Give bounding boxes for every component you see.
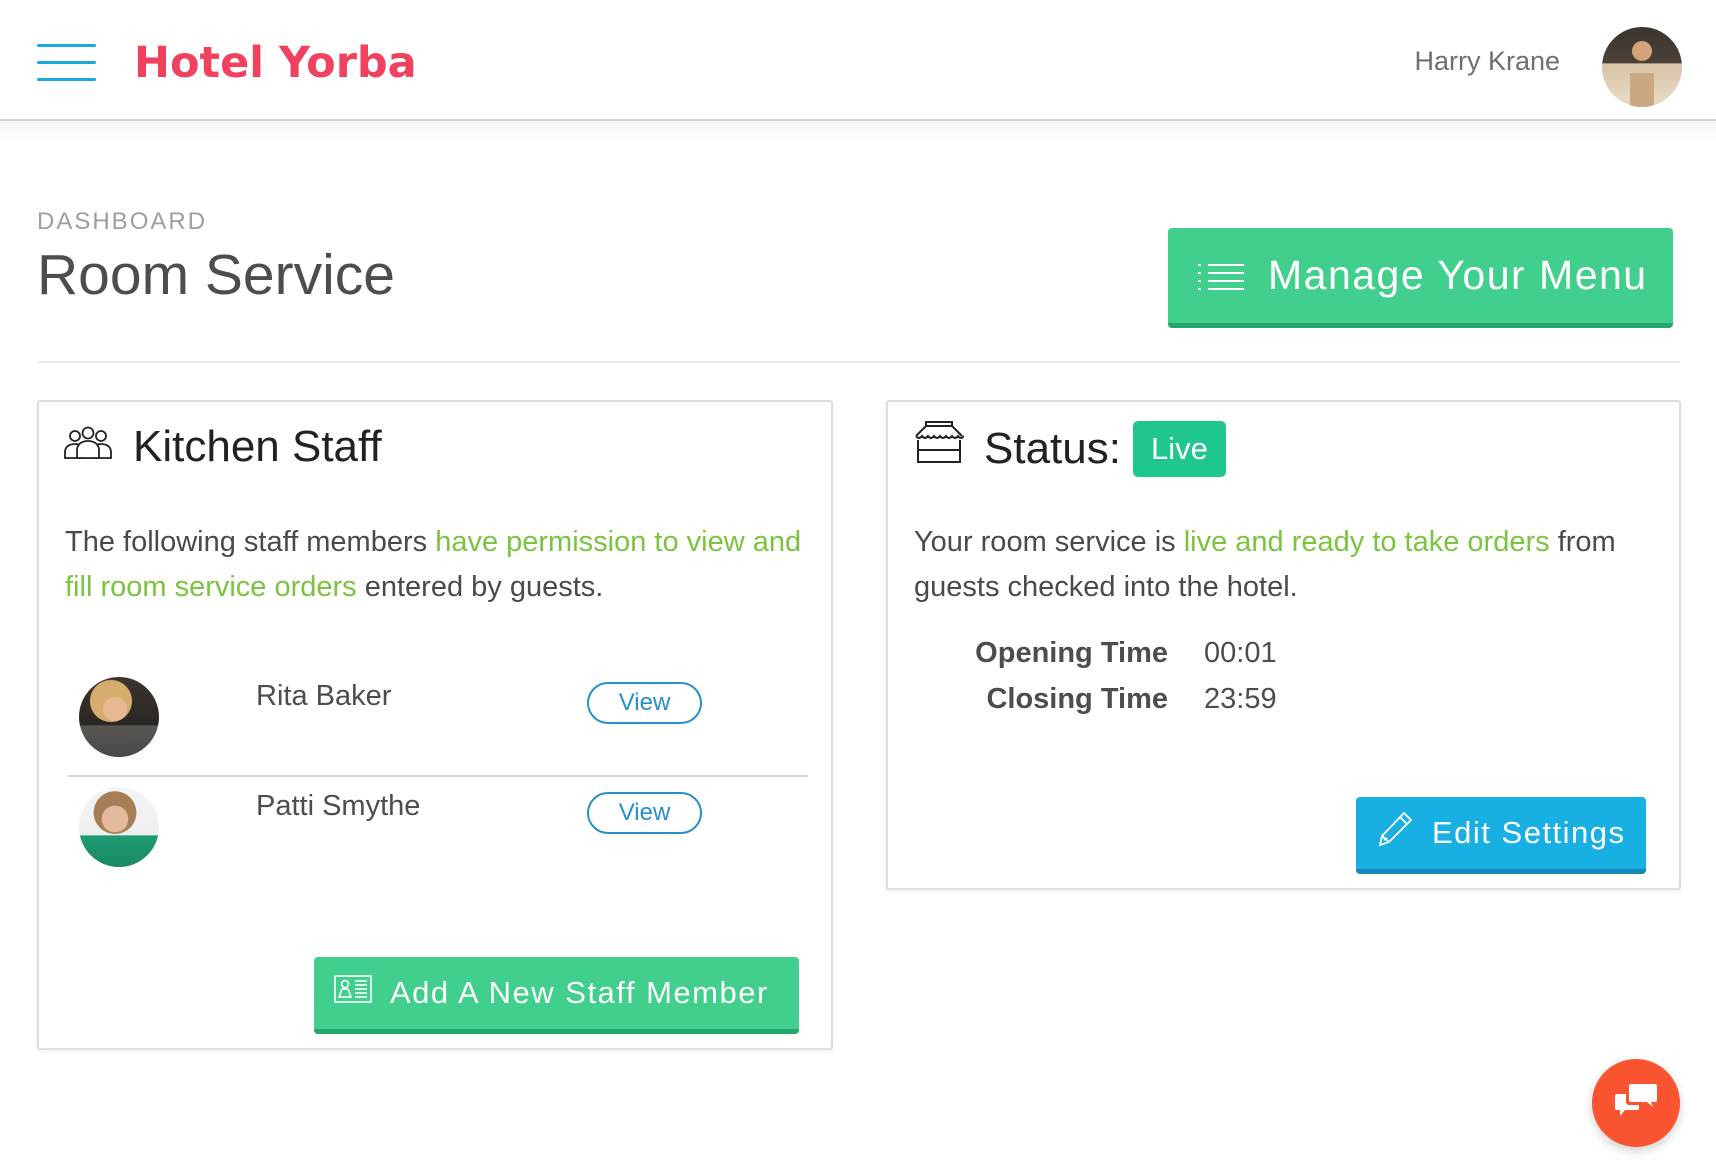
opening-time-label: Opening Time bbox=[975, 637, 1168, 669]
breadcrumb: DASHBOARD bbox=[37, 208, 208, 235]
opening-time-value: 00:01 bbox=[1204, 637, 1277, 669]
status-card: Status: Live Your room service is live a… bbox=[886, 400, 1681, 890]
staff-name: Rita Baker bbox=[256, 680, 392, 712]
page-title: Room Service bbox=[37, 243, 395, 307]
kitchen-staff-title: Kitchen Staff bbox=[133, 422, 382, 471]
list-icon bbox=[1198, 261, 1244, 291]
kitchen-staff-card: Kitchen Staff The following staff member… bbox=[37, 400, 833, 1050]
users-group-icon bbox=[63, 420, 113, 474]
status-badge: Live bbox=[1132, 420, 1226, 477]
staff-name: Patti Smythe bbox=[256, 790, 421, 822]
staff-avatar bbox=[79, 677, 159, 757]
pencil-icon bbox=[1376, 810, 1414, 856]
storefront-icon bbox=[914, 420, 965, 477]
add-staff-label: Add A New Staff Member bbox=[390, 975, 769, 1010]
description-text: The following staff members bbox=[65, 526, 436, 558]
edit-settings-label: Edit Settings bbox=[1432, 815, 1626, 850]
status-title: Status: bbox=[984, 423, 1121, 473]
staff-avatar bbox=[79, 787, 159, 867]
description-highlight: live and ready to take orders bbox=[1183, 526, 1550, 558]
closing-time-label: Closing Time bbox=[986, 683, 1168, 715]
chat-bubbles-icon bbox=[1615, 1082, 1657, 1125]
edit-settings-button[interactable]: Edit Settings bbox=[1356, 797, 1646, 874]
description-text: entered by guests. bbox=[356, 571, 604, 603]
manage-menu-button[interactable]: Manage Your Menu bbox=[1168, 228, 1673, 328]
staff-list-item: Rita Baker View bbox=[67, 669, 808, 777]
section-divider bbox=[37, 361, 1680, 363]
view-staff-button[interactable]: View bbox=[587, 682, 702, 724]
top-navbar: Hotel Yorba Harry Krane bbox=[0, 0, 1716, 121]
manage-menu-label: Manage Your Menu bbox=[1268, 252, 1648, 298]
status-description: Your room service is live and ready to t… bbox=[914, 520, 1674, 610]
hamburger-menu-icon[interactable] bbox=[37, 42, 96, 82]
brand-logo[interactable]: Hotel Yorba bbox=[134, 36, 417, 90]
header-shadow bbox=[0, 121, 1716, 147]
user-name[interactable]: Harry Krane bbox=[1414, 44, 1560, 78]
status-heading: Status: Live bbox=[914, 420, 1226, 477]
id-card-icon bbox=[334, 975, 372, 1011]
kitchen-staff-description: The following staff members have permiss… bbox=[65, 520, 825, 610]
view-staff-button[interactable]: View bbox=[587, 792, 702, 834]
service-hours: Opening Time 00:01 Closing Time 23:59 bbox=[914, 630, 1277, 722]
kitchen-staff-heading: Kitchen Staff bbox=[63, 420, 382, 474]
closing-time-row: Closing Time 23:59 bbox=[914, 676, 1277, 722]
closing-time-value: 23:59 bbox=[1204, 683, 1277, 715]
add-staff-button[interactable]: Add A New Staff Member bbox=[314, 957, 799, 1034]
user-avatar[interactable] bbox=[1602, 27, 1682, 107]
description-text: Your room service is bbox=[914, 526, 1184, 558]
staff-list-item: Patti Smythe View bbox=[67, 779, 808, 887]
chat-button[interactable] bbox=[1592, 1059, 1680, 1147]
opening-time-row: Opening Time 00:01 bbox=[914, 630, 1277, 676]
